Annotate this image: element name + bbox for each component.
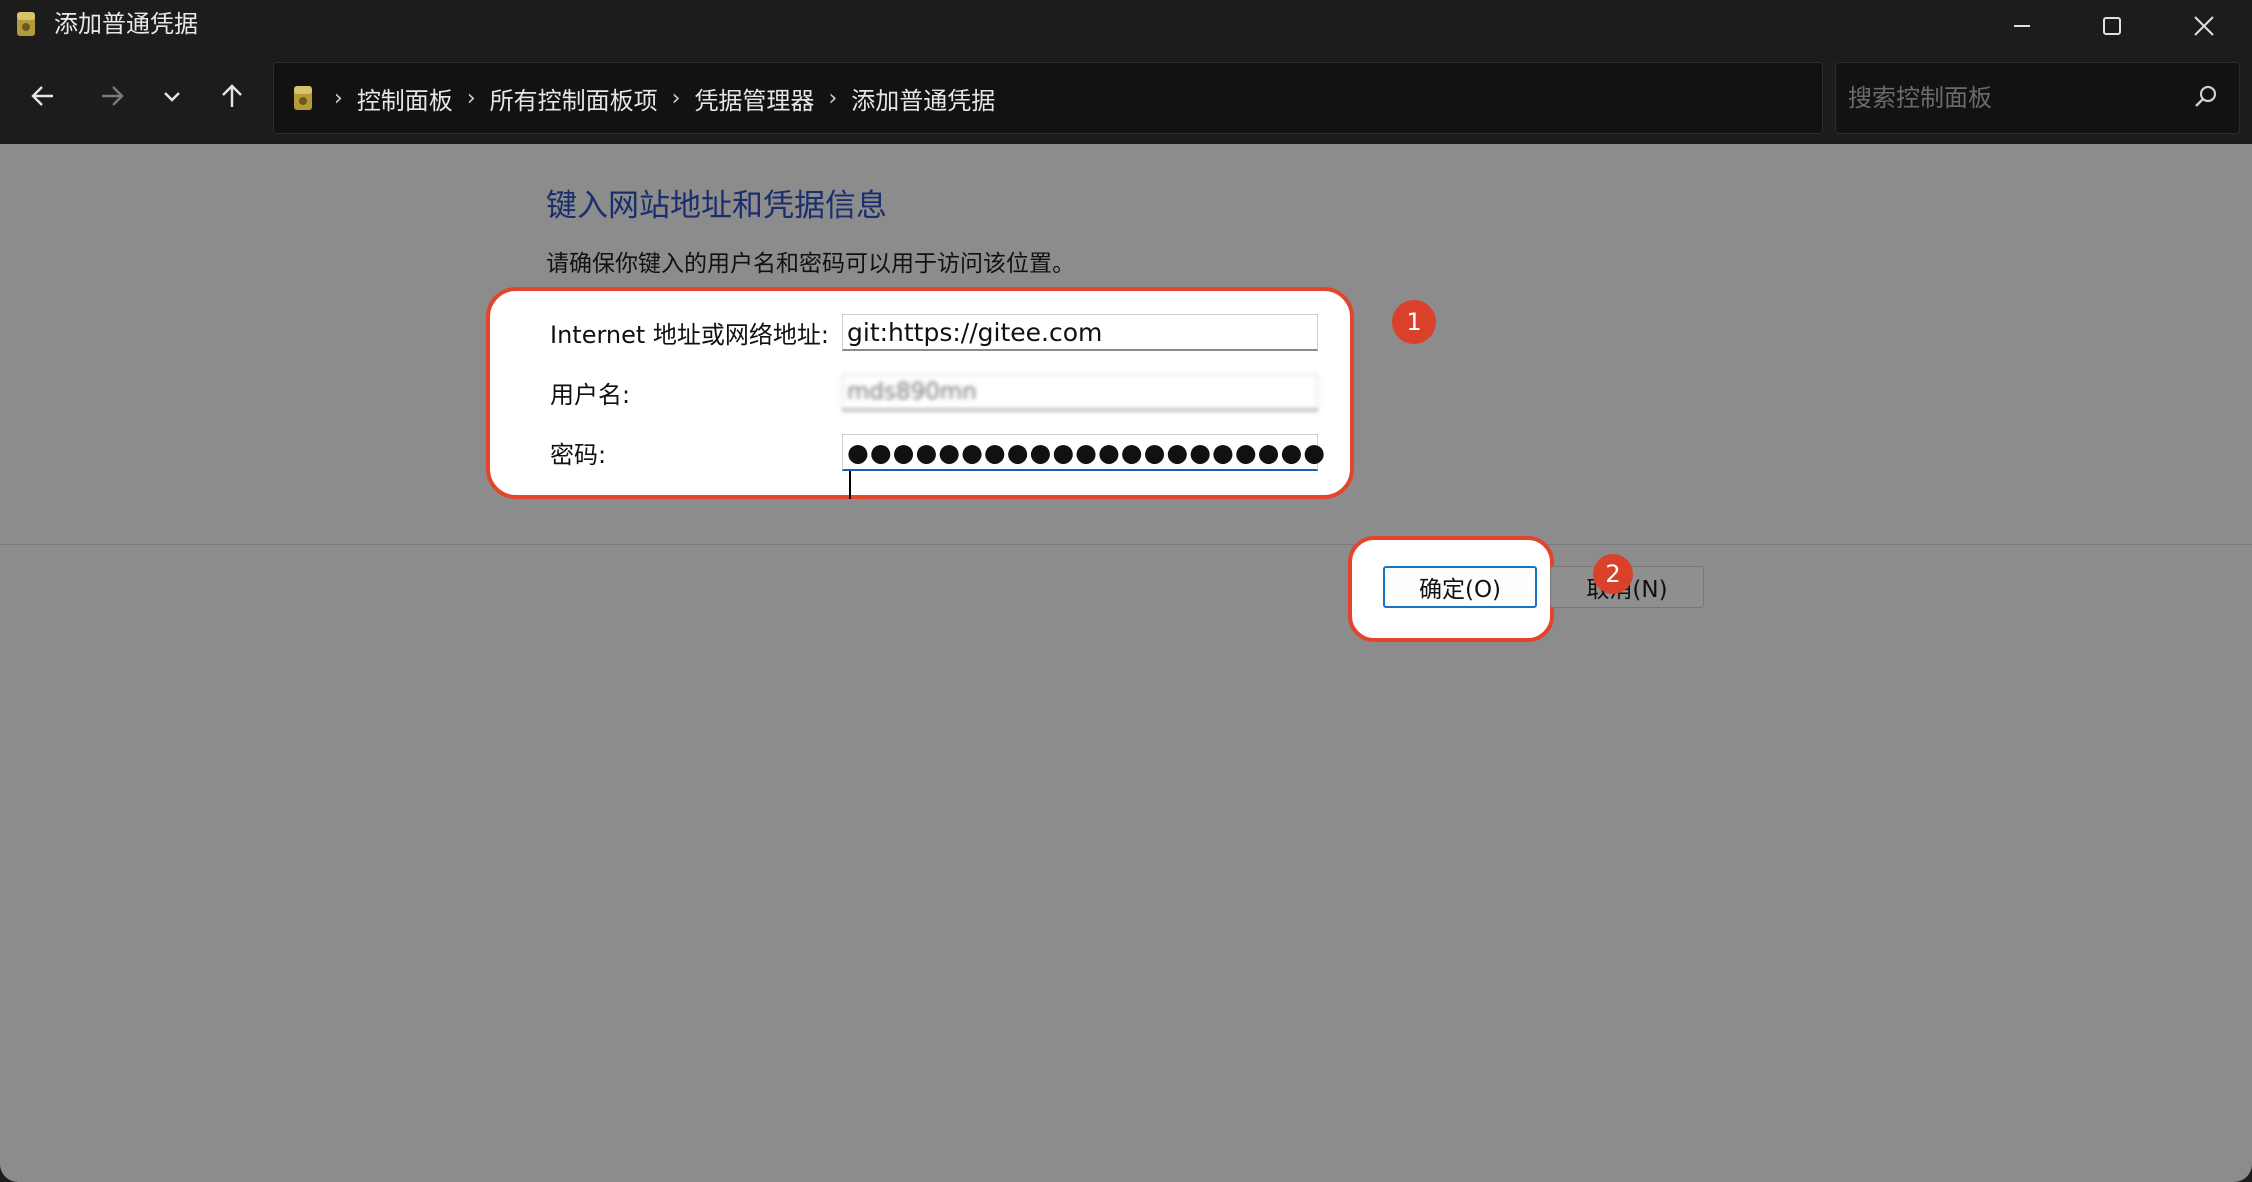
divider xyxy=(0,544,2252,545)
step-badge-2: 2 xyxy=(1593,554,1633,594)
breadcrumb-item[interactable]: 凭据管理器 xyxy=(694,81,814,116)
address-field[interactable]: git:https://gitee.com xyxy=(842,314,1318,351)
minimize-button[interactable] xyxy=(1976,0,2068,52)
forward-button[interactable] xyxy=(90,74,134,118)
username-label: 用户名: xyxy=(550,381,631,409)
main-content: 键入网站地址和凭据信息 请确保你键入的用户名和密码可以用于访问该位置。 Inte… xyxy=(0,144,2252,1182)
recent-locations-button[interactable] xyxy=(150,74,194,118)
breadcrumb: › 控制面板 › 所有控制面板项 › 凭据管理器 › 添加普通凭据 xyxy=(292,63,995,133)
address-label: Internet 地址或网络地址: xyxy=(550,321,830,349)
chevron-right-icon[interactable]: › xyxy=(672,86,681,111)
chevron-down-icon xyxy=(164,92,180,102)
arrow-left-icon xyxy=(31,86,53,106)
credential-window: 添加普通凭据 › 控制面板 › 所有控制面板项 › 凭据管理器 › 添加普通凭据… xyxy=(0,0,2252,1182)
close-icon xyxy=(2194,16,2214,36)
title-bar: 添加普通凭据 xyxy=(0,0,2252,52)
instruction-text: 请确保你键入的用户名和密码可以用于访问该位置。 xyxy=(546,251,1075,277)
breadcrumb-item[interactable]: 控制面板 xyxy=(357,81,453,116)
credential-manager-icon xyxy=(17,12,35,36)
password-value: ●●●●●●●●●●●●●●●●●●●●● xyxy=(847,438,1327,467)
arrow-up-icon xyxy=(222,84,242,107)
ok-button[interactable]: 确定(O) xyxy=(1383,566,1537,608)
text-cursor xyxy=(849,471,851,499)
credential-form-highlight: Internet 地址或网络地址: git:https://gitee.com … xyxy=(486,287,1354,499)
search-box[interactable] xyxy=(1835,62,2240,134)
navigation-bar: › 控制面板 › 所有控制面板项 › 凭据管理器 › 添加普通凭据 xyxy=(0,52,2252,144)
chevron-right-icon[interactable]: › xyxy=(828,86,837,111)
control-panel-icon xyxy=(294,86,312,110)
up-button[interactable] xyxy=(210,74,254,118)
breadcrumb-item[interactable]: 所有控制面板项 xyxy=(490,81,658,116)
maximize-icon xyxy=(2103,17,2121,35)
page-title: 键入网站地址和凭据信息 xyxy=(546,188,887,224)
password-label: 密码: xyxy=(550,441,607,469)
maximize-button[interactable] xyxy=(2066,0,2158,52)
search-icon[interactable] xyxy=(2191,82,2221,112)
username-field[interactable]: mds890mn xyxy=(842,374,1318,411)
password-field[interactable]: ●●●●●●●●●●●●●●●●●●●●● xyxy=(842,434,1325,499)
step-badge-1: 1 xyxy=(1392,300,1436,344)
chevron-right-icon[interactable]: › xyxy=(467,86,476,111)
chevron-right-icon: › xyxy=(334,85,343,111)
search-input[interactable] xyxy=(1846,73,2170,123)
arrow-right-icon xyxy=(102,86,124,106)
back-button[interactable] xyxy=(21,74,65,118)
window-title: 添加普通凭据 xyxy=(54,10,198,38)
breadcrumb-item[interactable]: 添加普通凭据 xyxy=(851,81,995,116)
close-button[interactable] xyxy=(2158,0,2250,52)
minimize-icon xyxy=(2014,25,2030,27)
address-bar[interactable]: › 控制面板 › 所有控制面板项 › 凭据管理器 › 添加普通凭据 xyxy=(273,62,2060,134)
